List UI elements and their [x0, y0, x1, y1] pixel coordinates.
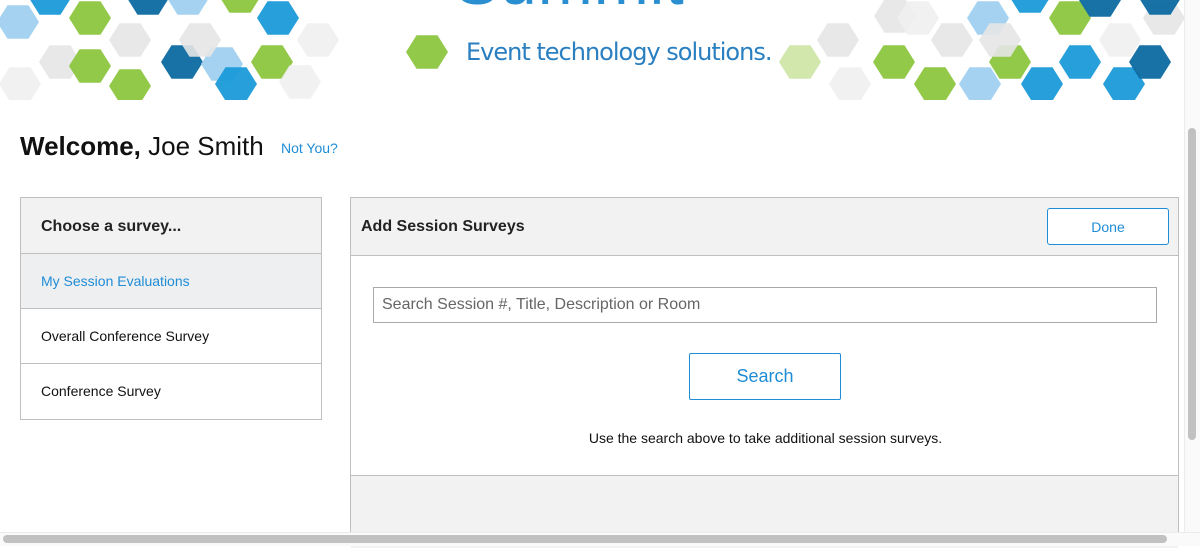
- welcome-greeting: Welcome,: [20, 131, 141, 161]
- survey-item-conference-survey[interactable]: Conference Survey: [21, 364, 321, 419]
- brand-logo-word: Summit: [455, 0, 685, 14]
- done-button[interactable]: Done: [1047, 208, 1169, 245]
- hexagon-shape: [0, 5, 39, 39]
- hexagon-shape: [0, 67, 41, 100]
- panel-header: Add Session Surveys Done: [351, 198, 1178, 256]
- hexagon-shape: [109, 23, 151, 57]
- survey-item-my-session-evaluations[interactable]: My Session Evaluations: [21, 254, 321, 309]
- panel-title: Add Session Surveys: [361, 218, 525, 235]
- hexagon-shape: [779, 45, 821, 79]
- brand-tagline: Event technology solutions.: [466, 38, 772, 66]
- hexagon-shape: [817, 23, 859, 57]
- hexagon-shape: [873, 45, 915, 79]
- hexagon-shape: [168, 0, 208, 15]
- survey-menu: Choose a survey... My Session Evaluation…: [20, 197, 322, 420]
- add-session-surveys-panel: Add Session Surveys Done Search Use the …: [350, 197, 1179, 548]
- hexagon-shape: [69, 1, 111, 35]
- session-search-input[interactable]: [373, 287, 1157, 323]
- not-you-link[interactable]: Not You?: [281, 140, 338, 156]
- survey-menu-heading: Choose a survey...: [21, 198, 321, 254]
- hexagon-shape: [1099, 23, 1141, 57]
- hexagon-shape: [959, 67, 1001, 100]
- hexagon-shape: [931, 23, 973, 57]
- hexagon-shape: [257, 1, 299, 35]
- hexagon-shape: [406, 35, 448, 69]
- hexagon-shape: [829, 67, 871, 100]
- hexagon-shape: [914, 67, 956, 100]
- hexagon-shape: [109, 69, 151, 100]
- survey-item-overall-conference-survey[interactable]: Overall Conference Survey: [21, 309, 321, 364]
- hexagon-shape: [1011, 0, 1049, 13]
- horizontal-scrollbar-thumb[interactable]: [3, 535, 1167, 543]
- vertical-scrollbar-thumb[interactable]: [1188, 128, 1196, 440]
- user-name: Joe Smith: [148, 131, 264, 161]
- hexagon-shape: [1021, 67, 1063, 100]
- hexagon-shape: [30, 0, 70, 15]
- hexagon-shape: [297, 23, 339, 57]
- welcome-message: Welcome, Joe Smith: [20, 131, 264, 162]
- search-hint-text: Use the search above to take additional …: [588, 430, 943, 446]
- hexagon-shape: [128, 0, 168, 15]
- hexagon-shape: [221, 0, 259, 13]
- header-banner: Summit Event technology solutions.: [0, 0, 1184, 100]
- hexagon-shape: [1059, 45, 1101, 79]
- search-button[interactable]: Search: [689, 353, 841, 400]
